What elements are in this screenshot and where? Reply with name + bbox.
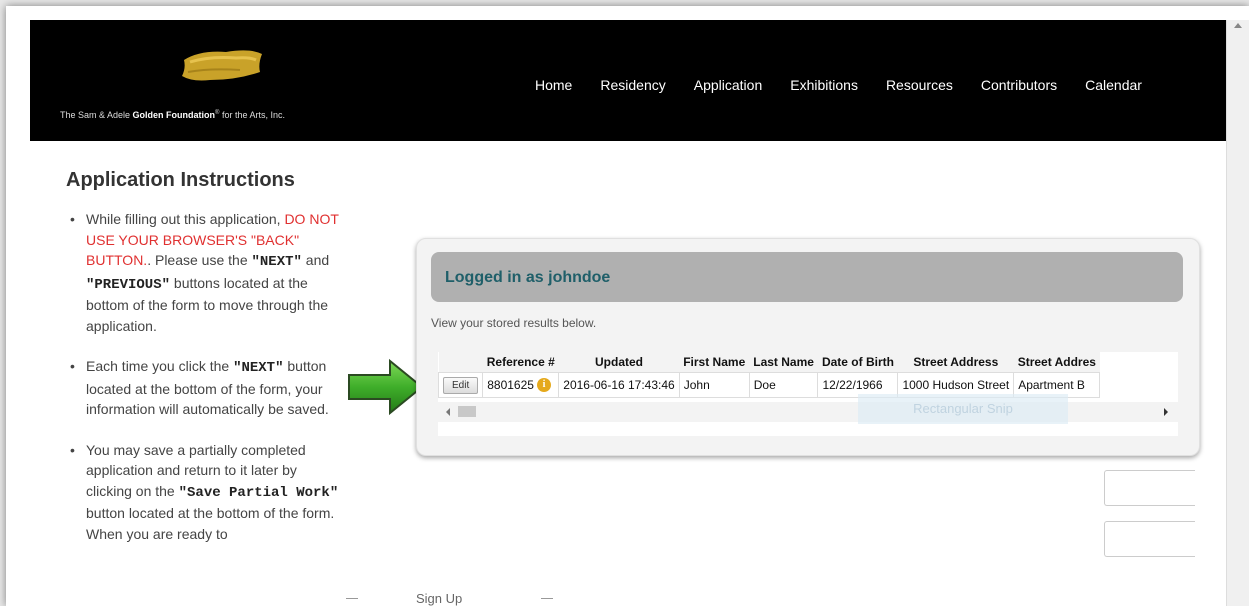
instructions-list: While filling out this application, DO N…: [64, 209, 344, 564]
edit-button[interactable]: Edit: [443, 376, 479, 394]
instruction-item-back-button: While filling out this application, DO N…: [64, 209, 344, 336]
divider: [346, 598, 358, 599]
next-keyword: "NEXT": [251, 254, 302, 270]
scroll-left-arrow-icon[interactable]: [446, 408, 450, 416]
cell-last-name: Doe: [748, 372, 819, 398]
nav-resources[interactable]: Resources: [886, 77, 953, 93]
scroll-up-arrow-icon[interactable]: [1234, 23, 1242, 28]
column-header-last-name[interactable]: Last Name: [749, 352, 818, 373]
nav-home[interactable]: Home: [535, 77, 572, 93]
cell-reference: 8801625 i: [482, 372, 560, 398]
site-header: The Sam & Adele Golden Foundation® for t…: [30, 20, 1226, 141]
instruction-text: . Please use the: [147, 252, 252, 268]
table-header-row: Reference # Updated First Name Last Name…: [438, 352, 1100, 373]
gold-paint-stroke-logo-icon: [182, 50, 262, 81]
browser-window: The Sam & Adele Golden Foundation® for t…: [6, 6, 1249, 606]
logged-in-title: Logged in as johndoe: [445, 269, 611, 286]
previous-keyword: "PREVIOUS": [86, 276, 171, 293]
reference-number: 8801625: [487, 377, 534, 392]
save-partial-keyword: "Save Partial Work": [178, 484, 339, 501]
logo-brand: Golden Foundation: [132, 110, 216, 120]
page-title: Application Instructions: [66, 169, 295, 191]
form-input-field[interactable]: [1104, 521, 1195, 557]
logo-prefix: The Sam & Adele: [60, 110, 133, 120]
stored-results-panel: Logged in as johndoe View your stored re…: [416, 238, 1200, 456]
column-header-first-name[interactable]: First Name: [679, 352, 750, 373]
main-nav: Home Residency Application Exhibitions R…: [535, 77, 1170, 93]
form-input-field[interactable]: [1104, 470, 1195, 506]
column-header-updated[interactable]: Updated: [558, 352, 680, 373]
results-table-container: Reference # Updated First Name Last Name…: [438, 352, 1178, 436]
cell-edit: Edit: [438, 372, 484, 398]
nav-application[interactable]: Application: [694, 77, 763, 93]
column-header-reference[interactable]: Reference #: [482, 352, 559, 373]
rectangular-snip-overlay: Rectangular Snip: [858, 394, 1068, 424]
green-right-arrow-icon: [348, 358, 424, 416]
cell-first-name: John: [678, 372, 750, 398]
panel-description: View your stored results below.: [431, 316, 597, 330]
column-header-dob[interactable]: Date of Birth: [817, 352, 898, 373]
scroll-right-arrow-icon[interactable]: [1164, 408, 1168, 416]
info-icon[interactable]: i: [536, 378, 551, 393]
column-header-street2[interactable]: Street Addres: [1013, 352, 1100, 373]
column-header-street[interactable]: Street Address: [897, 352, 1014, 373]
sign-up-link[interactable]: Sign Up: [416, 591, 462, 606]
nav-exhibitions[interactable]: Exhibitions: [790, 77, 858, 93]
nav-calendar[interactable]: Calendar: [1085, 77, 1142, 93]
cell-updated: 2016-06-16 17:43:46: [558, 372, 680, 398]
nav-residency[interactable]: Residency: [600, 77, 665, 93]
scrollbar-thumb[interactable]: [458, 406, 476, 417]
nav-contributors[interactable]: Contributors: [981, 77, 1057, 93]
divider: [541, 598, 553, 599]
instruction-text: and: [301, 252, 330, 268]
instruction-text: Each time you click the: [86, 358, 234, 374]
results-table: Reference # Updated First Name Last Name…: [438, 352, 1101, 398]
instruction-item-save-partial: You may save a partially completed appli…: [64, 440, 344, 545]
horizontal-scrollbar[interactable]: Rectangular Snip: [438, 394, 1178, 424]
column-header-actions: [438, 352, 483, 373]
instruction-text: While filling out this application,: [86, 211, 285, 227]
vertical-scrollbar[interactable]: [1226, 20, 1249, 606]
instruction-item-autosave: Each time you click the "NEXT" button lo…: [64, 356, 344, 420]
panel-header: Logged in as johndoe: [431, 252, 1183, 302]
foundation-logo-text[interactable]: The Sam & Adele Golden Foundation® for t…: [60, 110, 285, 120]
instruction-text: button located at the bottom of the form…: [86, 505, 335, 542]
next-keyword: "NEXT": [233, 360, 284, 376]
logo-suffix: for the Arts, Inc.: [219, 110, 285, 120]
